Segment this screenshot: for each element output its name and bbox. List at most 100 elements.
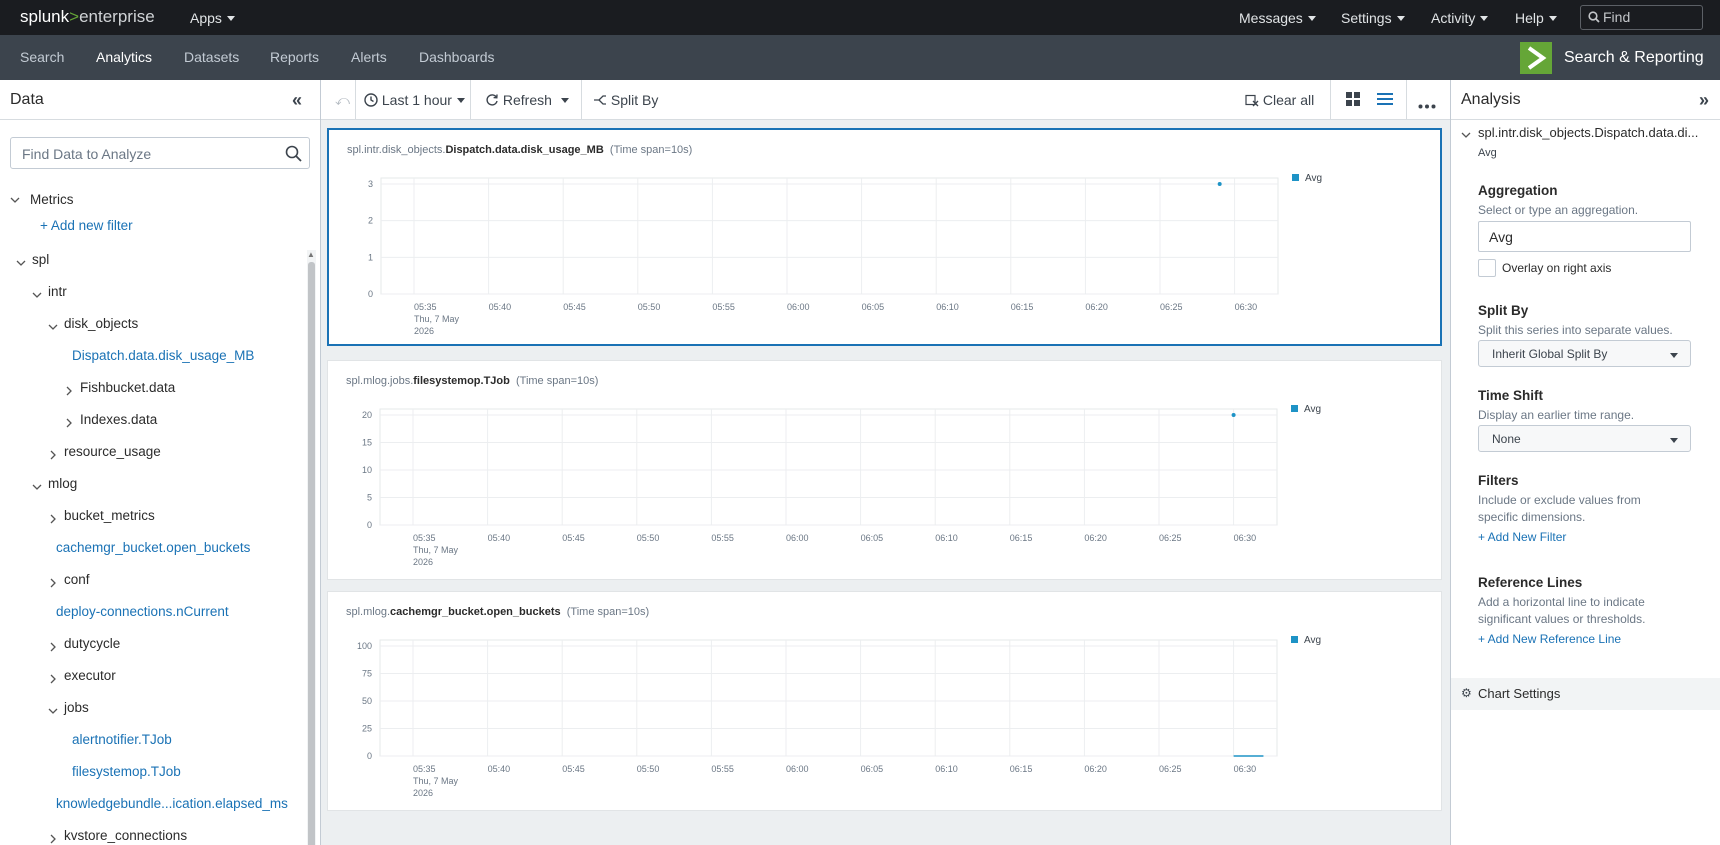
chevron-right-icon[interactable]: [64, 385, 74, 399]
nav-reports[interactable]: Reports: [270, 49, 319, 65]
divider: [1330, 80, 1331, 120]
x-tick-label: 05:55: [711, 764, 734, 774]
chevron-down-icon[interactable]: [16, 257, 26, 271]
legend-label[interactable]: Avg: [1304, 404, 1321, 415]
chart-card[interactable]: spl.intr.disk_objects.Dispatch.data.disk…: [327, 128, 1442, 346]
tree-node[interactable]: bucket_metrics: [64, 508, 155, 523]
chevron-down-icon[interactable]: [48, 705, 58, 719]
aggregation-title: Aggregation: [1478, 183, 1558, 198]
chevron-down-icon: [1670, 438, 1678, 443]
metric-link[interactable]: deploy-connections.nCurrent: [56, 604, 229, 619]
messages-menu[interactable]: Messages: [1239, 10, 1316, 26]
nav-search[interactable]: Search: [20, 49, 64, 65]
data-point[interactable]: [1231, 413, 1236, 417]
nav-datasets[interactable]: Datasets: [184, 49, 239, 65]
nav-analytics[interactable]: Analytics: [96, 49, 153, 83]
tree-node[interactable]: disk_objects: [64, 316, 138, 331]
overlay-checkbox[interactable]: [1478, 259, 1496, 277]
collapse-left-icon[interactable]: «: [292, 90, 302, 111]
legend-label[interactable]: Avg: [1305, 173, 1322, 184]
x-tick-label: 05:40: [488, 764, 511, 774]
tree-node[interactable]: intr: [48, 284, 67, 299]
chevron-right-icon[interactable]: [48, 577, 58, 591]
tree-node[interactable]: executor: [64, 668, 116, 683]
tree-node[interactable]: resource_usage: [64, 444, 161, 459]
chevron-down-icon[interactable]: [32, 289, 42, 303]
x-tick-label: 06:30: [1235, 302, 1258, 312]
chevron-down-icon[interactable]: [48, 321, 58, 335]
time-range-picker[interactable]: Last 1 hour: [364, 92, 465, 108]
tree-node[interactable]: kvstore_connections: [64, 828, 187, 843]
find-data-input[interactable]: Find Data to Analyze: [10, 137, 310, 169]
scroll-up-icon[interactable]: ▲: [307, 250, 315, 259]
app-name[interactable]: Search & Reporting: [1564, 49, 1704, 67]
time-shift-select[interactable]: None: [1478, 425, 1691, 452]
chevron-right-icon[interactable]: [48, 673, 58, 687]
tree-scrollbar[interactable]: ▲: [307, 250, 316, 845]
undo-icon[interactable]: ⤺: [335, 92, 350, 109]
tree-node[interactable]: Fishbucket.data: [80, 380, 175, 395]
metric-link[interactable]: knowledgebundle...ication.elapsed_ms: [56, 796, 288, 811]
tree-node[interactable]: spl: [32, 252, 49, 267]
x-tick-label: 05:35: [413, 764, 436, 774]
chevron-right-icon[interactable]: [48, 449, 58, 463]
tree-node[interactable]: jobs: [64, 700, 89, 715]
chart-card[interactable]: spl.mlog.cachemgr_bucket.open_buckets (T…: [327, 591, 1442, 811]
nav-dashboards[interactable]: Dashboards: [419, 49, 495, 65]
split-by-button[interactable]: Split By: [593, 92, 658, 108]
tree-node[interactable]: mlog: [48, 476, 77, 491]
x-tick-label: 06:10: [935, 533, 958, 543]
grid-view-icon[interactable]: [1345, 91, 1361, 110]
x-tick-label: 06:25: [1160, 302, 1183, 312]
time-shift-value: None: [1492, 432, 1521, 446]
metrics-heading[interactable]: Metrics: [30, 192, 74, 207]
search-icon[interactable]: [285, 145, 302, 162]
chart-card[interactable]: spl.mlog.jobs.filesystemop.TJob (Time sp…: [327, 360, 1442, 580]
tree-node[interactable]: Indexes.data: [80, 412, 157, 427]
tree-node[interactable]: dutycycle: [64, 636, 120, 651]
list-view-icon[interactable]: [1376, 91, 1394, 110]
collapse-right-icon[interactable]: »: [1699, 90, 1709, 111]
apps-menu-label: Apps: [190, 10, 222, 26]
tree-node[interactable]: conf: [64, 572, 90, 587]
clear-all-label: Clear all: [1262, 92, 1315, 108]
metric-link[interactable]: Dispatch.data.disk_usage_MB: [72, 348, 254, 363]
chevron-right-icon[interactable]: [48, 513, 58, 527]
legend-label[interactable]: Avg: [1304, 635, 1321, 646]
chart-settings-section[interactable]: ⚙ Chart Settings: [1451, 678, 1720, 710]
add-reference-line-link[interactable]: + Add New Reference Line: [1478, 632, 1621, 646]
y-tick-label: 0: [367, 751, 372, 761]
splunk-logo[interactable]: splunk>enterprise: [20, 7, 155, 27]
help-menu[interactable]: Help: [1515, 10, 1557, 26]
chevron-down-icon[interactable]: [32, 481, 42, 495]
scrollbar-thumb[interactable]: [308, 262, 315, 845]
split-by-select[interactable]: Inherit Global Split By: [1478, 340, 1691, 367]
apps-menu[interactable]: Apps: [190, 10, 235, 26]
y-tick-label: 100: [357, 641, 372, 651]
activity-menu[interactable]: Activity: [1431, 10, 1489, 26]
chevron-down-icon[interactable]: [1461, 128, 1471, 143]
data-point[interactable]: [1217, 182, 1222, 186]
metric-link[interactable]: filesystemop.TJob: [72, 764, 181, 779]
chevron-right-icon[interactable]: [48, 833, 58, 845]
find-data-placeholder: Find Data to Analyze: [22, 146, 152, 162]
selected-metric[interactable]: spl.intr.disk_objects.Dispatch.data.di..…: [1478, 125, 1698, 140]
x-tick-date: Thu, 7 May: [413, 545, 459, 555]
find-input[interactable]: Find: [1580, 5, 1703, 30]
more-options-icon[interactable]: [1418, 96, 1436, 112]
clear-all-button[interactable]: Clear all: [1245, 92, 1314, 108]
metric-link[interactable]: alertnotifier.TJob: [72, 732, 172, 747]
clear-icon: [1245, 94, 1259, 107]
chevron-right-icon[interactable]: [48, 641, 58, 655]
nav-alerts[interactable]: Alerts: [351, 49, 387, 65]
refresh-button[interactable]: Refresh: [485, 92, 569, 108]
metric-link[interactable]: cachemgr_bucket.open_buckets: [56, 540, 250, 555]
add-new-filter-link[interactable]: + Add New Filter: [1478, 530, 1566, 544]
chevron-down-icon[interactable]: [10, 194, 20, 208]
settings-menu[interactable]: Settings: [1341, 10, 1405, 26]
aggregation-input[interactable]: Avg: [1478, 221, 1691, 252]
add-filter-link[interactable]: + Add new filter: [40, 218, 133, 233]
chevron-right-icon[interactable]: [64, 417, 74, 431]
data-panel: Data « Find Data to Analyze Metrics + Ad…: [0, 80, 321, 845]
brand-splunk: splunk: [20, 7, 70, 26]
